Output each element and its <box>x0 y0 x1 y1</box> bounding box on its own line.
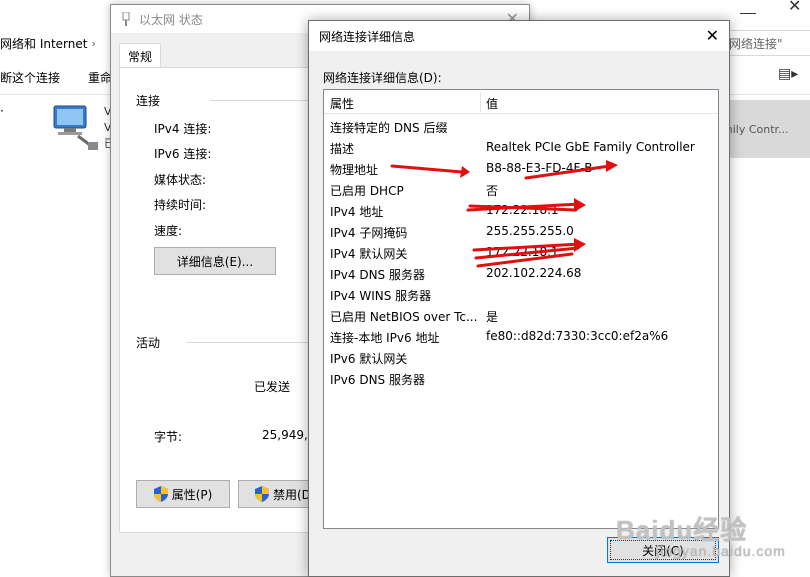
row-value: 否 <box>486 184 499 198</box>
sent-label: 已发送 <box>254 380 291 394</box>
details-titlebar: 网络连接详细信息 ✕ <box>309 21 729 51</box>
row-value: Realtek PCIe GbE Family Controller <box>486 140 695 154</box>
breadcrumb-network-internet[interactable]: 网络和 Internet <box>0 35 87 52</box>
table-row[interactable]: 连接-本地 IPv6 地址 fe80::d82d:7330:3cc0:ef2a%6 <box>324 326 718 347</box>
breadcrumb[interactable]: 网络和 Internet › <box>0 30 112 56</box>
watermark-brand: Baidu经验 <box>616 515 748 545</box>
uac-shield-icon <box>255 486 269 502</box>
row-property: IPv6 默认网关 <box>330 352 408 366</box>
close-icon[interactable]: ✕ <box>706 26 719 45</box>
row-property: IPv4 默认网关 <box>330 247 408 261</box>
table-row[interactable]: IPv4 地址 172.22.18.1 <box>324 200 718 221</box>
row-property: IPv4 地址 <box>330 205 384 219</box>
search-input[interactable]: 网络连接" <box>718 30 810 56</box>
table-row[interactable]: 已启用 DHCP 否 <box>324 179 718 200</box>
row-value: 255.255.255.0 <box>486 224 574 238</box>
row-property: IPv4 子网掩码 <box>330 226 408 240</box>
properties-button[interactable]: 属性(P) <box>136 480 230 508</box>
row-property: IPv6 DNS 服务器 <box>330 373 425 387</box>
row-property: 已启用 DHCP <box>330 184 404 198</box>
status-window-title: 以太网 状态 <box>139 12 203 27</box>
minimize-icon[interactable] <box>740 0 756 14</box>
bytes-label: 字节: <box>154 430 183 444</box>
row-value: 是 <box>486 310 499 324</box>
details-rows: 连接特定的 DNS 后缀 描述 Realtek PCIe GbE Family Co… <box>324 116 718 389</box>
column-header-property[interactable]: 属性 <box>330 95 354 112</box>
details-listview[interactable]: 属性 值 连接特定的 DNS 后缀 描述 Realtek PCIe GbE Fami… <box>323 89 719 529</box>
connection-group-title: 连接 <box>136 94 161 108</box>
row-value: 202.102.224.68 <box>486 266 582 280</box>
row-value: fe80::d82d:7330:3cc0:ef2a%6 <box>486 329 669 343</box>
row-property: 连接-本地 IPv6 地址 <box>330 331 440 345</box>
explorer-toolbar: 断这个连接 重命名 <box>0 62 124 92</box>
table-row[interactable]: IPv4 子网掩码 255.255.255.0 <box>324 221 718 242</box>
ipv4-connectivity-label: IPv4 连接: <box>154 122 212 136</box>
column-header-value[interactable]: 值 <box>486 95 498 112</box>
properties-button-label: 属性(P) <box>171 487 213 502</box>
media-state-label: 媒体状态: <box>154 173 207 187</box>
table-row[interactable]: 连接特定的 DNS 后缀 <box>324 116 718 137</box>
view-options-icon[interactable]: ▤▸ <box>778 66 798 82</box>
chevron-right-icon: › <box>91 36 96 50</box>
table-row[interactable]: IPv4 默认网关 172.22.18.1 <box>324 242 718 263</box>
row-property: 已启用 NetBIOS over Tc... <box>330 310 478 324</box>
uac-shield-icon <box>153 486 168 502</box>
column-divider[interactable] <box>480 92 481 112</box>
table-row[interactable]: 物理地址 B8-88-E3-FD-4F-B <box>324 158 718 179</box>
group-divider <box>186 342 320 343</box>
duration-label: 持续时间: <box>154 198 207 212</box>
ethernet-adapter-icon[interactable] <box>50 102 110 154</box>
table-row[interactable]: IPv4 DNS 服务器 202.102.224.68 <box>324 263 718 284</box>
nav-pane-fragment: · <box>0 104 4 118</box>
table-row[interactable]: 描述 Realtek PCIe GbE Family Controller <box>324 137 718 158</box>
row-value: 172.22.18.1 <box>486 203 559 217</box>
row-value: 172.22.18.1 <box>486 245 559 259</box>
details-list-caption: 网络连接详细信息(D): <box>323 71 442 85</box>
table-row[interactable]: 已启用 NetBIOS over Tc... 是 <box>324 305 718 326</box>
ipv6-connectivity-label: IPv6 连接: <box>154 147 212 161</box>
table-row[interactable]: IPv6 DNS 服务器 <box>324 368 718 389</box>
row-property: 连接特定的 DNS 后缀 <box>330 121 448 135</box>
baidu-watermark: Baidu经验 jingyan.baidu.com <box>616 510 785 559</box>
details-button-label: 详细信息(E)... <box>176 254 254 269</box>
disconnect-button[interactable]: 断这个连接 <box>0 69 60 86</box>
details-button[interactable]: 详细信息(E)... <box>154 247 276 275</box>
row-property: 描述 <box>330 142 355 156</box>
speed-label: 速度: <box>154 224 183 238</box>
table-row[interactable]: IPv4 WINS 服务器 <box>324 284 718 305</box>
network-connection-details-dialog: 网络连接详细信息 ✕ 网络连接详细信息(D): 属性 值 连接特定的 DNS 后… <box>308 20 730 577</box>
details-dialog-title: 网络连接详细信息 <box>319 29 416 44</box>
ethernet-plug-icon <box>122 12 130 26</box>
row-value: B8-88-E3-FD-4F-B <box>486 161 593 175</box>
details-list-header: 属性 值 <box>324 90 718 114</box>
row-property: IPv4 DNS 服务器 <box>330 268 425 282</box>
activity-group-title: 活动 <box>136 336 161 350</box>
table-row[interactable]: IPv6 默认网关 <box>324 347 718 368</box>
group-divider <box>210 100 320 101</box>
row-property: IPv4 WINS 服务器 <box>330 289 432 303</box>
row-property: 物理地址 <box>330 163 379 177</box>
close-icon[interactable]: ✕ <box>788 0 801 15</box>
selected-adapter-item[interactable]: mily Contr... <box>718 100 810 158</box>
watermark-url: jingyan.baidu.com <box>656 543 786 559</box>
